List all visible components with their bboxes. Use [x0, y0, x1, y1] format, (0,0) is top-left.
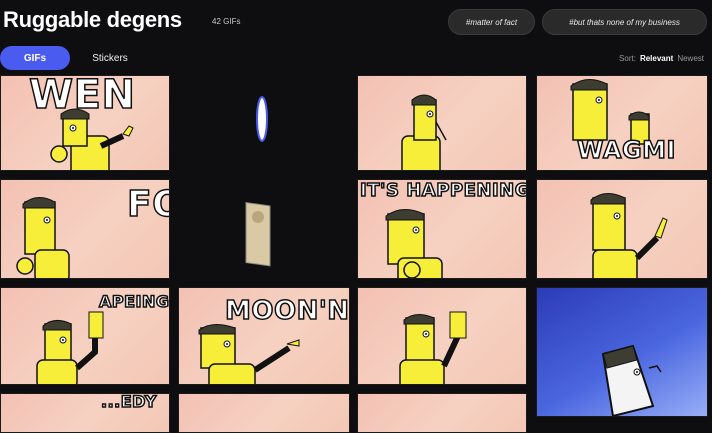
- sort-relevant[interactable]: Relevant: [640, 54, 673, 63]
- page-title: Ruggable degens: [3, 7, 182, 32]
- sort-label: Sort:: [619, 54, 636, 63]
- tag-matter-of-fact[interactable]: #matter of fact: [448, 9, 535, 35]
- gif-tile[interactable]: [357, 287, 527, 385]
- gif-tile[interactable]: [357, 393, 527, 433]
- tab-gifs[interactable]: GIFs: [0, 46, 70, 70]
- gif-tile[interactable]: [178, 177, 350, 281]
- character-illustration: [590, 193, 668, 278]
- gif-tile[interactable]: WAGMI: [536, 75, 708, 171]
- gif-tile[interactable]: [357, 75, 527, 171]
- card-icon: [245, 201, 271, 267]
- gif-tile[interactable]: APEING: [0, 287, 170, 385]
- gif-grid: WEN WAGMI F IT'S HAPPENING APEING MOON'N…: [0, 73, 712, 433]
- tag-none-of-my-business[interactable]: #but thats none of my business: [542, 9, 707, 35]
- gif-caption: ...EDY: [100, 393, 157, 412]
- gif-count: 42 GIFs: [212, 17, 241, 26]
- gif-caption: WAGMI: [576, 135, 676, 165]
- gif-tile[interactable]: [536, 287, 708, 417]
- coin-icon: [256, 96, 268, 142]
- character-illustration: [601, 344, 662, 416]
- gif-tile[interactable]: WEN: [0, 75, 170, 171]
- tab-stickers[interactable]: Stickers: [82, 46, 138, 70]
- gif-tile[interactable]: IT'S HAPPENING: [357, 179, 527, 279]
- gif-caption: FO: [126, 183, 169, 226]
- gif-tile[interactable]: MOON'N: [178, 287, 350, 385]
- sort-newest[interactable]: Newest: [677, 54, 704, 63]
- gif-caption: APEING: [98, 291, 170, 312]
- gif-tile[interactable]: [536, 179, 708, 279]
- character-illustration: [399, 311, 467, 384]
- page-header: Ruggable degens 42 GIFs #matter of fact …: [0, 0, 712, 46]
- gif-caption: MOON'N: [224, 295, 350, 327]
- gif-tile[interactable]: [178, 73, 350, 175]
- gif-tile[interactable]: [178, 393, 350, 433]
- gif-tile[interactable]: ...EDY: [0, 393, 170, 433]
- gif-caption: WEN: [28, 75, 136, 119]
- character-illustration: [401, 94, 447, 170]
- sort-control: Sort: Relevant Newest: [619, 54, 704, 63]
- gif-caption: IT'S HAPPENING: [359, 180, 527, 202]
- gif-tile[interactable]: FO: [0, 179, 170, 279]
